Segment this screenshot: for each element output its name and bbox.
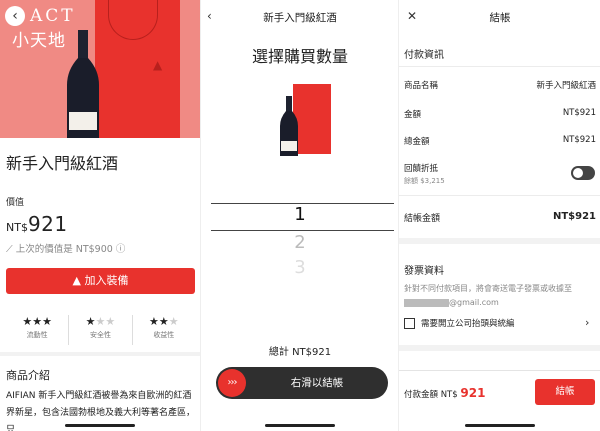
star-icon: ★ [105, 315, 116, 328]
add-equipment-button[interactable]: ▲ 加入裝備 [6, 268, 195, 294]
row-amount: 金額 NT$921 [404, 108, 596, 120]
last-price-text: 上次的價值是 NT$900 [15, 244, 113, 255]
product-detail-screen: ▲ ‹ ACT 小天地 新手入門級紅酒 價值 NT$921 ⟋ 上次的價值是 N… [0, 0, 200, 431]
row-label: 金額 [404, 110, 422, 120]
home-indicator [465, 424, 535, 427]
row-value: NT$921 [562, 135, 596, 145]
info-icon[interactable]: ⓘ [116, 244, 126, 255]
divider [399, 195, 600, 196]
last-price: ⟋ 上次的價值是 NT$900 ⓘ [6, 241, 125, 255]
invoice-note: 針對不同付款項目，將會寄送電子發票或收據至 [404, 284, 572, 293]
section-divider [399, 345, 600, 351]
quantity-screen: ‹ 新手入門級紅酒 選擇購買數量 1 2 3 總計 NT$921 ››› 右滑以… [200, 0, 398, 431]
slide-to-checkout[interactable]: ››› 右滑以結帳 [216, 367, 388, 399]
wine-bottle-image [67, 30, 99, 138]
wine-bottle-image [280, 96, 298, 156]
slider-arrows-icon[interactable]: ››› [218, 369, 246, 397]
rebate-balance: 餘額 $3,215 [404, 177, 445, 185]
star-icon: ★ [85, 315, 96, 328]
product-title: 新手入門級紅酒 [6, 154, 119, 173]
section-divider [399, 238, 600, 244]
brand-logo: ACT [30, 6, 76, 26]
email-suffix: @gmail.com [449, 298, 499, 307]
screen-title: 結帳 [489, 12, 511, 24]
company-invoice-checkbox[interactable] [404, 318, 415, 329]
divider [399, 66, 600, 67]
back-button[interactable]: ‹ [5, 6, 25, 26]
trend-chart-icon: ⟋ [6, 244, 13, 255]
price-amount: 921 [27, 212, 68, 236]
row-final-amount: 結帳金額 NT$921 [404, 211, 596, 224]
redacted-email [404, 298, 449, 307]
checkout-button[interactable]: 結帳 [535, 379, 595, 405]
quantity-heading: 選擇購買數量 [251, 47, 348, 66]
star-icon: ★ [42, 315, 52, 328]
row-value: 新手入門級紅酒 [536, 81, 596, 91]
slider-label: 右滑以結帳 [290, 377, 344, 389]
add-equipment-label: 加入裝備 [84, 274, 129, 287]
product-price: NT$921 [6, 212, 68, 236]
row-product-name: 商品名稱 新手入門級紅酒 [404, 79, 596, 91]
intro-heading: 商品介紹 [6, 369, 50, 382]
product-hero-image: ▲ ‹ ACT 小天地 [0, 0, 200, 138]
toggle-knob [573, 168, 583, 178]
star-icon: ★ [149, 315, 159, 328]
chevron-right-icon[interactable]: › [585, 316, 589, 329]
row-total: 總金額 NT$921 [404, 135, 596, 147]
star-rating: ★★★ [133, 315, 195, 329]
star-icon: ★ [168, 315, 179, 328]
product-ratings: ★★★ 流動性 ★★★ 安全性 ★★★ 收益性 [6, 315, 195, 345]
price-currency: NT$ [6, 221, 28, 234]
star-icon: ★ [158, 315, 169, 328]
star-icon: ★ [32, 315, 43, 328]
screen-title: 新手入門級紅酒 [263, 12, 337, 24]
pay-label: 付款金額 NT$ [404, 390, 458, 400]
divider [399, 370, 600, 371]
invoice-section-title: 發票資料 [404, 266, 444, 277]
email-address: @gmail.com [404, 298, 499, 307]
rating-liquidity: ★★★ 流動性 [6, 315, 70, 345]
company-invoice-label[interactable]: 需要開立公司抬頭與統編 [421, 317, 515, 329]
star-icon: ★ [95, 315, 106, 328]
pay-amount: 付款金額 NT$ 921 [404, 386, 485, 400]
rating-label: 安全性 [89, 331, 111, 339]
triangle-logo-icon: ▲ [72, 274, 81, 287]
picker-bottom-line [211, 230, 394, 231]
gift-box-logo: ▲ [153, 58, 163, 72]
value-label: 價值 [6, 198, 25, 208]
quantity-option[interactable]: 2 [201, 232, 398, 253]
rating-profitability: ★★★ 收益性 [133, 315, 195, 345]
quantity-option[interactable]: 3 [201, 257, 398, 278]
rating-label: 流動性 [26, 331, 48, 339]
star-icon: ★ [22, 315, 33, 328]
payment-section-title: 付款資訊 [404, 50, 444, 61]
quantity-option-selected[interactable]: 1 [201, 204, 398, 225]
brand-logo-subtitle: 小天地 [12, 31, 66, 51]
checkout-screen: ✕ 結帳 付款資訊 商品名稱 新手入門級紅酒 金額 NT$921 總金額 NT$… [398, 0, 600, 431]
rating-label: 收益性 [153, 331, 175, 339]
row-label: 商品名稱 [404, 81, 439, 91]
row-label: 結帳金額 [404, 214, 441, 224]
star-rating: ★★★ [6, 315, 68, 329]
row-value: NT$921 [552, 211, 596, 222]
total-amount: 總計 NT$921 [268, 347, 332, 358]
row-label: 總金額 [404, 137, 430, 147]
rebate-label: 回饋折抵 [404, 164, 439, 174]
rating-safety: ★★★ 安全性 [69, 315, 133, 345]
rebate-toggle[interactable] [571, 166, 595, 180]
star-rating: ★★★ [69, 315, 131, 329]
pay-value: 921 [460, 386, 486, 400]
home-indicator [265, 424, 335, 427]
home-indicator [65, 424, 135, 427]
section-divider [0, 352, 200, 356]
row-value: NT$921 [562, 108, 596, 118]
